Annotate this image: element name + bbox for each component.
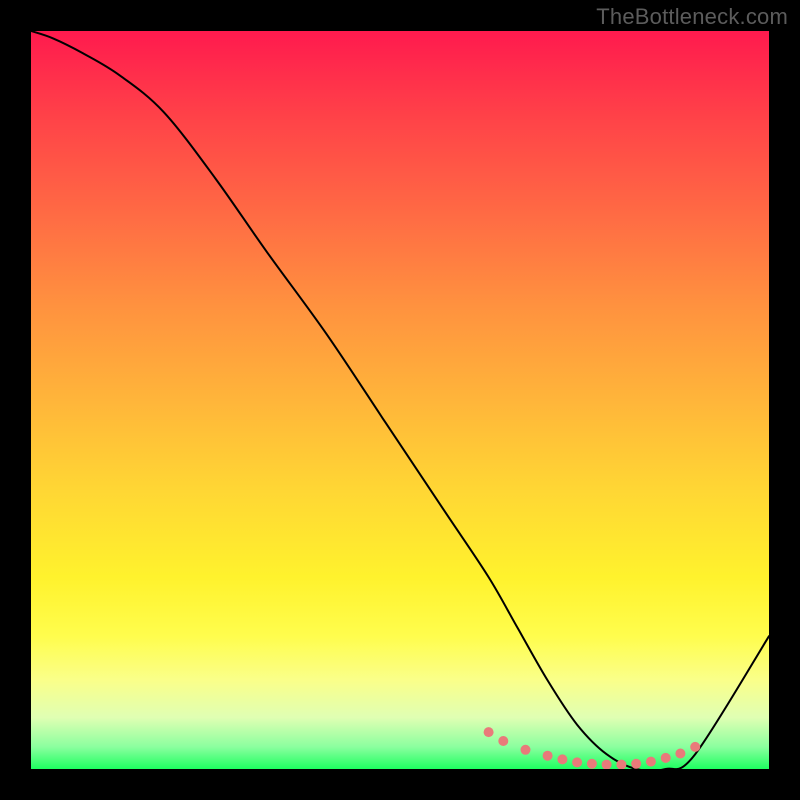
marker-dot [543,751,553,761]
curve-svg [31,31,769,769]
marker-dot [602,760,612,769]
marker-dot [587,759,597,769]
marker-dot [631,759,641,769]
main-curve [31,31,769,769]
plot-area [31,31,769,769]
marker-dot [690,742,700,752]
marker-dot [557,754,567,764]
marker-dot [521,745,531,755]
marker-dot [498,736,508,746]
marker-dot [675,749,685,759]
watermark-text: TheBottleneck.com [596,4,788,30]
marker-dots [484,727,701,769]
marker-dot [572,757,582,767]
marker-dot [646,757,656,767]
marker-dot [484,727,494,737]
marker-dot [661,753,671,763]
chart-frame: TheBottleneck.com [0,0,800,800]
